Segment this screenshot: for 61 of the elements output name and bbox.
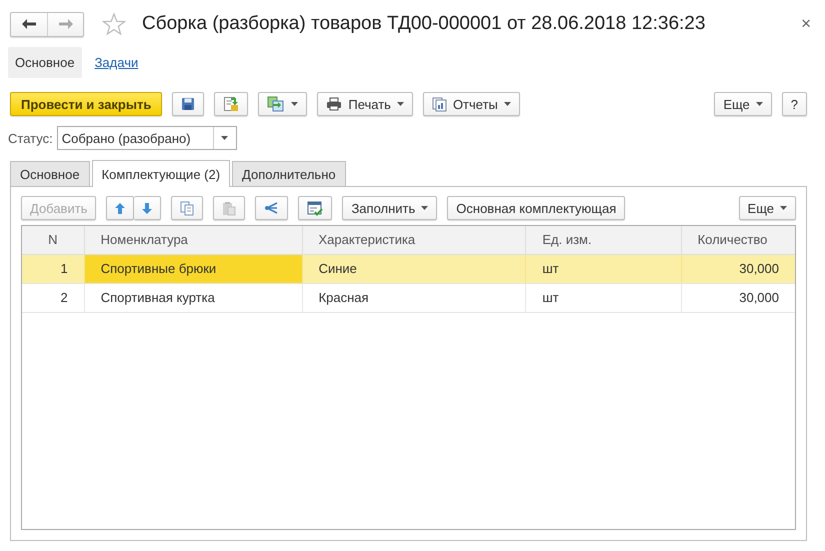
table-cell: шт xyxy=(526,284,682,312)
down-arrow-icon xyxy=(141,202,154,214)
toolbar-button[interactable]: ? xyxy=(782,92,807,116)
toolbar-button[interactable] xyxy=(214,92,248,116)
menu-button[interactable]: Печать xyxy=(317,92,413,116)
toolbar-button[interactable] xyxy=(172,92,204,116)
printer-icon xyxy=(326,97,342,111)
window-title: Сборка (разборка) товаров ТД00-000001 от 28.06.2018 12:36:23 xyxy=(142,13,706,35)
toolbar-button[interactable] xyxy=(255,196,288,220)
caret-icon xyxy=(504,102,511,106)
tab[interactable]: Дополнительно xyxy=(232,161,346,186)
column-header[interactable]: N xyxy=(22,226,85,254)
column-header[interactable]: Количество xyxy=(682,226,795,254)
menu-button[interactable]: Заполнить xyxy=(342,196,438,220)
up-arrow-icon xyxy=(114,202,126,214)
table-cell: Спортивная куртка xyxy=(84,284,303,312)
section-link[interactable]: Задачи xyxy=(88,47,146,78)
report-chart-icon xyxy=(432,96,447,112)
caret-icon xyxy=(396,102,404,106)
caret-icon xyxy=(756,102,763,106)
tab[interactable]: Комплектующие (2) xyxy=(92,160,230,187)
caret-icon xyxy=(421,206,428,210)
left-arrow-icon xyxy=(22,19,36,29)
caret-icon xyxy=(291,102,298,106)
menu-button[interactable]: Отчеты xyxy=(422,92,520,116)
toolbar-button[interactable]: Основная комплектующая xyxy=(447,196,626,220)
list-check-icon xyxy=(307,200,324,216)
documents-arrow-icon xyxy=(267,96,286,112)
table-cell: Спортивные брюки xyxy=(84,255,303,283)
column-header[interactable]: Номенклатура xyxy=(84,226,303,254)
column-header[interactable]: Характеристика xyxy=(302,226,526,254)
menu-button[interactable]: Еще xyxy=(714,92,772,116)
table-row[interactable]: 1 Спортивные брюки Синие шт 30,000 xyxy=(22,255,795,284)
branch-icon xyxy=(264,201,280,215)
table-row[interactable]: 2 Спортивная куртка Красная шт 30,000 xyxy=(22,284,795,313)
save-icon xyxy=(181,97,196,111)
column-header[interactable]: Ед. изм. xyxy=(526,226,682,254)
table-cell: Синие xyxy=(302,255,526,283)
menu-button[interactable] xyxy=(258,92,308,116)
status-dropdown[interactable]: Собрано (разобрано) xyxy=(56,126,237,150)
clipboard-icon xyxy=(222,200,236,216)
star-icon[interactable] xyxy=(102,12,126,36)
section-link[interactable]: Основное xyxy=(8,47,82,78)
copy-icon xyxy=(180,200,194,216)
table-cell-text: 30,000 xyxy=(738,260,780,278)
move-down-button[interactable] xyxy=(134,196,162,220)
document-arrow-icon xyxy=(223,96,240,112)
post-and-close-button[interactable]: Провести и закрыть xyxy=(10,92,162,116)
table-cell-text: 30,000 xyxy=(738,289,780,307)
status-label: Статус: xyxy=(8,130,53,146)
move-up-button[interactable] xyxy=(106,196,134,220)
right-arrow-icon xyxy=(58,19,72,29)
menu-button[interactable]: Еще xyxy=(738,196,796,220)
caret-icon xyxy=(221,136,228,140)
table-cell: 2 xyxy=(22,284,85,312)
toolbar-button[interactable] xyxy=(298,196,332,220)
table-cell: Красная xyxy=(302,284,526,312)
tab[interactable]: Основное xyxy=(10,161,90,186)
close-button[interactable]: × xyxy=(801,14,815,34)
caret-icon xyxy=(780,206,787,210)
table-cell: шт xyxy=(526,255,682,283)
